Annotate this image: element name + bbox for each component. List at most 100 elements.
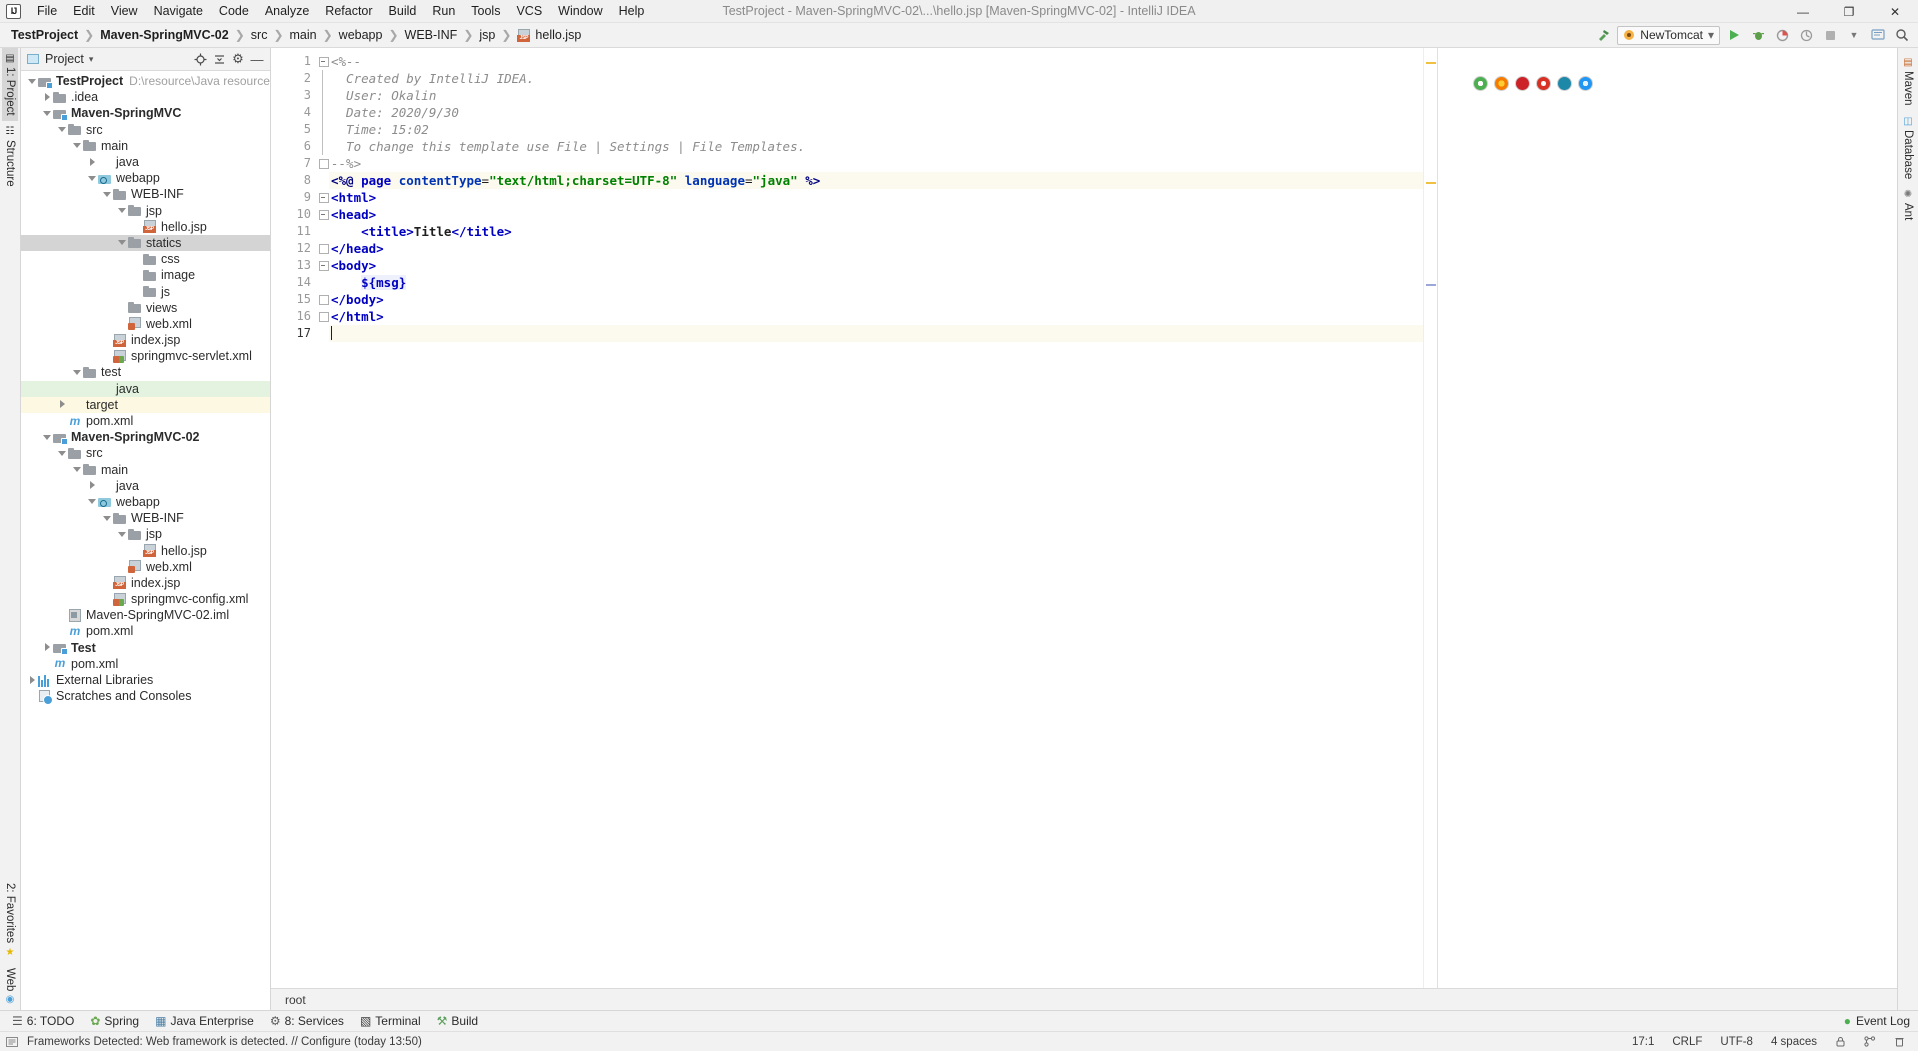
chevron-right-icon[interactable] xyxy=(87,480,98,491)
code-line[interactable]: </head> xyxy=(329,240,1423,257)
branch-icon[interactable] xyxy=(1861,1035,1879,1048)
tree-node[interactable]: views xyxy=(21,300,270,316)
code-line[interactable]: ${msg} xyxy=(329,274,1423,291)
tree-node[interactable]: External Libraries xyxy=(21,672,270,688)
breadcrumb-item-jsp[interactable]: jsp xyxy=(476,27,498,43)
minimize-button[interactable]: — xyxy=(1780,0,1826,23)
code-line[interactable]: To change this template use File | Setti… xyxy=(329,138,1423,155)
sidebar-item-ant[interactable]: ✺ Ant xyxy=(1900,184,1916,225)
menu-view[interactable]: View xyxy=(103,1,146,21)
event-log-label[interactable]: Event Log xyxy=(1856,1014,1910,1028)
code-line[interactable]: </html> xyxy=(329,308,1423,325)
fold-toggle-icon[interactable] xyxy=(317,308,329,325)
tree-node[interactable]: web.xml xyxy=(21,559,270,575)
fold-toggle-icon[interactable] xyxy=(317,189,329,206)
indent-setting[interactable]: 4 spaces xyxy=(1768,1035,1820,1049)
tree-node[interactable]: Maven-SpringMVC-02.iml xyxy=(21,607,270,623)
tree-node[interactable]: mpom.xml xyxy=(21,413,270,429)
tool-window-todo[interactable]: ☰ 6: TODO xyxy=(4,1012,82,1030)
tool-window-services[interactable]: ⚙ 8: Services xyxy=(262,1012,352,1030)
gear-icon[interactable]: ⚙ xyxy=(229,50,247,68)
firefox-icon[interactable] xyxy=(1494,76,1509,91)
chevron-down-icon[interactable] xyxy=(87,496,98,507)
fold-toggle-icon[interactable] xyxy=(317,206,329,223)
chevron-right-icon[interactable] xyxy=(27,675,38,686)
caret-position[interactable]: 17:1 xyxy=(1629,1035,1657,1049)
fold-toggle-icon[interactable] xyxy=(317,291,329,308)
fold-toggle-icon[interactable] xyxy=(317,240,329,257)
chevron-down-icon[interactable] xyxy=(42,108,53,119)
code-line[interactable]: <%-- xyxy=(329,53,1423,70)
sidebar-item-favorites[interactable]: 2: Favorites ★ xyxy=(2,878,18,962)
breadcrumb-item-file[interactable]: hello.jsp xyxy=(514,27,584,43)
breadcrumb-item-testproject[interactable]: TestProject xyxy=(8,27,81,43)
menu-tools[interactable]: Tools xyxy=(463,1,508,21)
menu-navigate[interactable]: Navigate xyxy=(146,1,211,21)
build-hammer-icon[interactable] xyxy=(1593,25,1613,45)
tree-node[interactable]: Maven-SpringMVC xyxy=(21,105,270,121)
chevron-down-icon[interactable] xyxy=(102,189,113,200)
code-line[interactable] xyxy=(329,325,1423,342)
run-button[interactable] xyxy=(1724,25,1744,45)
tree-node[interactable]: index.jsp xyxy=(21,332,270,348)
collapse-all-icon[interactable] xyxy=(210,50,228,68)
fold-toggle-icon[interactable] xyxy=(317,121,329,138)
project-tree[interactable]: TestProjectD:\resource\Java resource\Tes… xyxy=(21,71,270,1010)
chevron-down-icon[interactable] xyxy=(57,448,68,459)
breadcrumb-item-src[interactable]: src xyxy=(248,27,271,43)
menu-vcs[interactable]: VCS xyxy=(508,1,550,21)
tree-node[interactable]: webapp xyxy=(21,494,270,510)
edge-icon[interactable] xyxy=(1557,76,1572,91)
tree-node[interactable]: springmvc-config.xml xyxy=(21,591,270,607)
chevron-down-icon[interactable] xyxy=(72,464,83,475)
tree-node[interactable]: index.jsp xyxy=(21,575,270,591)
chevron-down-icon[interactable] xyxy=(117,529,128,540)
tree-node[interactable]: TestProjectD:\resource\Java resource\Tes… xyxy=(21,73,270,89)
menu-build[interactable]: Build xyxy=(381,1,425,21)
code-content[interactable]: <%-- Created by IntelliJ IDEA. User: Oka… xyxy=(329,48,1423,988)
fold-toggle-icon[interactable] xyxy=(317,87,329,104)
code-line[interactable]: Time: 15:02 xyxy=(329,121,1423,138)
tree-node[interactable]: statics xyxy=(21,235,270,251)
tree-node[interactable]: Scratches and Consoles xyxy=(21,688,270,704)
chevron-down-icon[interactable] xyxy=(117,205,128,216)
chevron-down-icon[interactable] xyxy=(57,124,68,135)
close-button[interactable]: ✕ xyxy=(1872,0,1918,23)
chevron-down-icon[interactable] xyxy=(27,76,38,87)
sidebar-item-database[interactable]: ◫ Database xyxy=(1900,111,1916,184)
tool-window-build[interactable]: ⚒ Build xyxy=(429,1012,486,1030)
sidebar-item-web[interactable]: Web ◉ xyxy=(2,963,18,1010)
tool-window-terminal[interactable]: ▧ Terminal xyxy=(352,1012,429,1030)
status-message[interactable]: Frameworks Detected: Web framework is de… xyxy=(24,1035,425,1049)
tree-node[interactable]: springmvc-servlet.xml xyxy=(21,348,270,364)
tree-node[interactable]: main xyxy=(21,138,270,154)
file-encoding[interactable]: UTF-8 xyxy=(1717,1035,1756,1049)
tree-node[interactable]: .idea xyxy=(21,89,270,105)
menu-run[interactable]: Run xyxy=(424,1,463,21)
chevron-right-icon[interactable] xyxy=(42,92,53,103)
tool-window-spring[interactable]: ✿ Spring xyxy=(82,1012,147,1030)
tree-node[interactable]: mpom.xml xyxy=(21,623,270,639)
code-folding-gutter[interactable] xyxy=(317,48,329,988)
tree-node[interactable]: WEB-INF xyxy=(21,510,270,526)
tree-node[interactable]: src xyxy=(21,445,270,461)
tree-node[interactable]: hello.jsp xyxy=(21,219,270,235)
code-line[interactable]: <title>Title</title> xyxy=(329,223,1423,240)
tree-node[interactable]: jsp xyxy=(21,526,270,542)
sidebar-item-maven[interactable]: ▤ Maven xyxy=(1900,52,1916,111)
tree-node[interactable]: Test xyxy=(21,640,270,656)
run-configuration-selector[interactable]: NewTomcat ▾ xyxy=(1617,26,1720,45)
code-line[interactable]: Created by IntelliJ IDEA. xyxy=(329,70,1423,87)
menu-edit[interactable]: Edit xyxy=(65,1,103,21)
tool-window-java-enterprise[interactable]: ▦ Java Enterprise xyxy=(147,1012,262,1030)
tree-node[interactable]: js xyxy=(21,283,270,299)
locate-file-icon[interactable] xyxy=(191,50,209,68)
chevron-down-icon[interactable] xyxy=(72,140,83,151)
tree-node[interactable]: jsp xyxy=(21,203,270,219)
fold-toggle-icon[interactable] xyxy=(317,70,329,87)
tree-node[interactable]: Maven-SpringMVC-02 xyxy=(21,429,270,445)
tree-node[interactable]: test xyxy=(21,364,270,380)
breadcrumb-item-main[interactable]: main xyxy=(287,27,320,43)
tree-node[interactable]: main xyxy=(21,462,270,478)
code-line[interactable]: </body> xyxy=(329,291,1423,308)
